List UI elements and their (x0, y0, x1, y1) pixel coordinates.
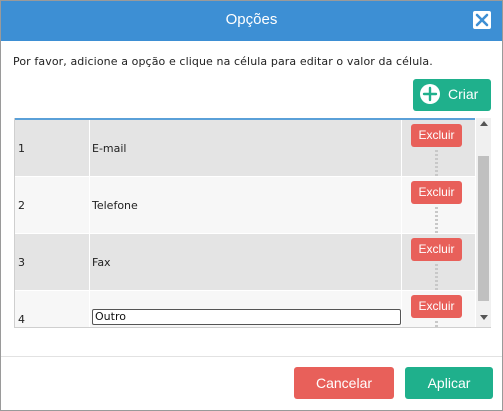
options-dialog: Opções Por favor, adicione a opção e cli… (0, 0, 503, 411)
options-grid: 1 E-mail Excluir 2 Telefone Excluir 3 Fa… (14, 118, 491, 328)
grid-scrollbar[interactable] (476, 118, 491, 327)
dialog-titlebar: Opções (1, 1, 502, 41)
delete-button[interactable]: Excluir (411, 124, 462, 147)
cancel-button[interactable]: Cancelar (294, 367, 394, 399)
row-number: 2 (18, 199, 25, 212)
option-value: E-mail (92, 142, 127, 155)
row-actions-cell: Excluir (402, 177, 475, 233)
option-value: Fax (92, 256, 111, 269)
scrollbar-thumb[interactable] (478, 156, 489, 301)
close-icon (475, 13, 489, 27)
table-row: 1 E-mail Excluir (15, 120, 475, 177)
drag-handle[interactable] (435, 321, 438, 327)
row-number: 1 (18, 142, 25, 155)
create-button-label: Criar (448, 86, 479, 102)
scroll-down-arrow-icon[interactable] (480, 315, 488, 320)
option-value-cell[interactable]: Telefone (90, 177, 402, 233)
option-value-cell[interactable]: E-mail (90, 120, 402, 176)
row-number-cell: 1 (15, 120, 90, 176)
delete-button[interactable]: Excluir (411, 238, 462, 261)
footer-divider (1, 356, 502, 357)
row-number-cell: 2 (15, 177, 90, 233)
option-value-cell[interactable]: Fax (90, 234, 402, 290)
table-row: 2 Telefone Excluir (15, 177, 475, 234)
row-number: 4 (18, 313, 25, 326)
option-value-input[interactable]: Outro (92, 309, 401, 325)
option-value-cell[interactable]: Outro (90, 291, 402, 327)
plus-circle-icon (420, 84, 440, 104)
instruction-text: Por favor, adicione a opção e clique na … (13, 55, 433, 68)
apply-button[interactable]: Aplicar (405, 367, 493, 399)
delete-button[interactable]: Excluir (411, 295, 462, 318)
row-number-cell: 3 (15, 234, 90, 290)
row-actions-cell: Excluir (402, 120, 475, 176)
row-actions-cell: Excluir (402, 234, 475, 290)
close-button[interactable] (473, 11, 491, 29)
delete-button[interactable]: Excluir (411, 181, 462, 204)
dialog-title: Opções (225, 11, 278, 28)
scroll-up-arrow-icon[interactable] (480, 121, 488, 126)
table-row: 3 Fax Excluir (15, 234, 475, 291)
row-number-cell: 4 (15, 291, 90, 327)
row-number: 3 (18, 256, 25, 269)
drag-handle[interactable] (435, 264, 438, 290)
option-value: Telefone (92, 199, 138, 212)
drag-handle[interactable] (435, 150, 438, 176)
create-button[interactable]: Criar (413, 79, 491, 111)
table-row: 4 Outro Excluir (15, 291, 475, 327)
grid-rows: 1 E-mail Excluir 2 Telefone Excluir 3 Fa… (15, 120, 475, 327)
drag-handle[interactable] (435, 207, 438, 233)
row-actions-cell: Excluir (402, 291, 475, 327)
